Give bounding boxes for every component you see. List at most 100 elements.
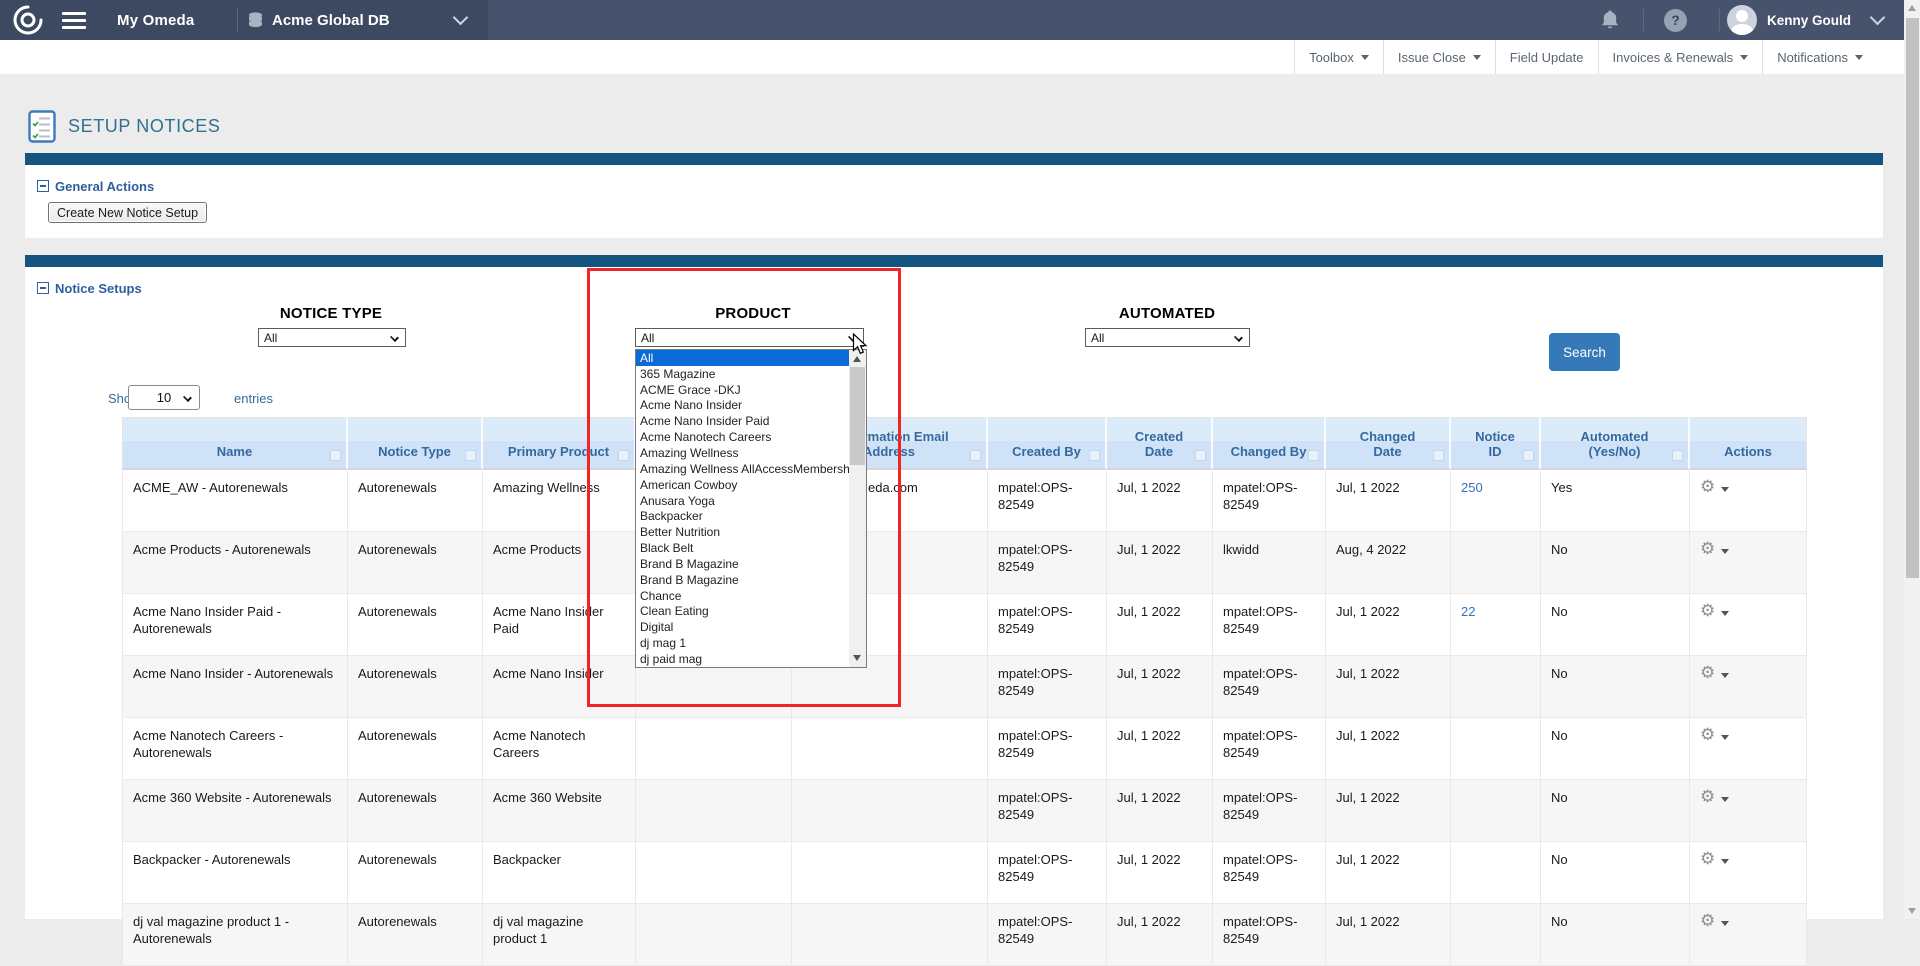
cell-actions: ⚙ — [1690, 780, 1807, 842]
automated-filter-label: AUTOMATED — [1067, 305, 1267, 322]
notice-type-filter-label: NOTICE TYPE — [231, 305, 431, 322]
actions-caret-icon[interactable] — [1721, 549, 1729, 554]
entries-count-select[interactable]: 10 — [128, 385, 200, 410]
gear-icon[interactable]: ⚙ — [1700, 849, 1715, 869]
gear-icon[interactable]: ⚙ — [1700, 911, 1715, 931]
database-chevron-icon[interactable] — [455, 0, 466, 40]
actions-caret-icon[interactable] — [1721, 859, 1729, 864]
table-row: Acme 360 Website - Autorenewals Autorene… — [122, 780, 1807, 842]
sort-icon[interactable] — [1672, 450, 1683, 461]
column-header-automated[interactable]: Automated (Yes/No) — [1541, 417, 1690, 470]
sort-icon[interactable] — [330, 450, 341, 461]
cell-notice-type: Autorenewals — [348, 532, 483, 594]
sort-icon[interactable] — [970, 450, 981, 461]
cell-created-date: Jul, 1 2022 — [1107, 594, 1213, 656]
cell-created-by: mpatel:OPS-82549 — [988, 532, 1107, 594]
omeda-logo-icon — [12, 0, 44, 40]
scroll-down-icon[interactable] — [1908, 908, 1916, 914]
entries-count-value: 10 — [157, 390, 171, 405]
cell-automated: Yes — [1541, 470, 1690, 532]
gear-icon[interactable]: ⚙ — [1700, 477, 1715, 497]
cell-created-date: Jul, 1 2022 — [1107, 656, 1213, 718]
scroll-up-icon[interactable] — [1908, 5, 1916, 11]
cell-name: dj val magazine product 1 - Autorenewals — [122, 904, 348, 966]
column-header-created-date[interactable]: Created Date — [1107, 417, 1213, 470]
column-header-created-by[interactable]: Created By — [988, 417, 1107, 470]
cell-changed-date: Jul, 1 2022 — [1326, 842, 1451, 904]
cell-created-by: mpatel:OPS-82549 — [988, 656, 1107, 718]
cell-created-by: mpatel:OPS-82549 — [988, 470, 1107, 532]
sort-icon[interactable] — [1433, 450, 1444, 461]
sort-icon[interactable] — [1195, 450, 1206, 461]
gear-icon[interactable]: ⚙ — [1700, 539, 1715, 559]
actions-caret-icon[interactable] — [1721, 487, 1729, 492]
collapse-minus-icon[interactable] — [37, 282, 49, 294]
caret-down-icon — [1855, 55, 1863, 60]
toolbar-item[interactable]: Issue Close — [1383, 40, 1495, 74]
user-menu[interactable]: Kenny Gould — [1727, 0, 1851, 40]
cell-hidden — [636, 904, 792, 966]
toolbar-items: Toolbox Issue Close Field Update Invoice… — [1294, 40, 1877, 74]
my-omeda-link[interactable]: My Omeda — [117, 0, 194, 40]
sort-icon[interactable] — [1523, 450, 1534, 461]
gear-icon[interactable]: ⚙ — [1700, 663, 1715, 683]
notice-type-select-value: All — [264, 331, 277, 345]
create-new-notice-setup-button[interactable]: Create New Notice Setup — [48, 202, 207, 223]
user-menu-chevron-icon[interactable] — [1872, 0, 1883, 40]
cell-created-date: Jul, 1 2022 — [1107, 780, 1213, 842]
toolbar-item[interactable]: Field Update — [1495, 40, 1598, 74]
database-icon — [248, 12, 263, 29]
scrollbar-thumb[interactable] — [1906, 18, 1919, 578]
cell-actions: ⚙ — [1690, 904, 1807, 966]
column-header-changed-date[interactable]: Changed Date — [1326, 417, 1451, 470]
actions-caret-icon[interactable] — [1721, 921, 1729, 926]
search-button[interactable]: Search — [1549, 333, 1620, 371]
cell-notice-type: Autorenewals — [348, 718, 483, 780]
cell-changed-date: Jul, 1 2022 — [1326, 656, 1451, 718]
cell-notice-type: Autorenewals — [348, 594, 483, 656]
gear-icon[interactable]: ⚙ — [1700, 787, 1715, 807]
cell-created-date: Jul, 1 2022 — [1107, 470, 1213, 532]
actions-caret-icon[interactable] — [1721, 797, 1729, 802]
column-header-name[interactable]: Name — [122, 417, 348, 470]
toolbar-item[interactable]: Invoices & Renewals — [1598, 40, 1763, 74]
notice-id-link[interactable]: 250 — [1461, 480, 1483, 495]
secondary-toolbar: Toolbox Issue Close Field Update Invoice… — [0, 40, 1904, 74]
cell-hidden — [636, 780, 792, 842]
toolbar-item[interactable]: Toolbox — [1294, 40, 1383, 74]
column-header-notice-type[interactable]: Notice Type — [348, 417, 483, 470]
cell-notice-id — [1451, 656, 1541, 718]
actions-caret-icon[interactable] — [1721, 735, 1729, 740]
gear-icon[interactable]: ⚙ — [1700, 725, 1715, 745]
gear-icon[interactable]: ⚙ — [1700, 601, 1715, 621]
sort-icon[interactable] — [1089, 450, 1100, 461]
column-header-notice-id[interactable]: Notice ID — [1451, 417, 1541, 470]
database-selector[interactable]: Acme Global DB — [248, 0, 390, 40]
cell-changed-date: Jul, 1 2022 — [1326, 470, 1451, 532]
cell-changed-date: Aug, 4 2022 — [1326, 532, 1451, 594]
notice-type-select[interactable]: All — [258, 328, 406, 347]
notice-setups-title: Notice Setups — [55, 281, 142, 296]
cell-name: Acme Nano Insider Paid - Autorenewals — [122, 594, 348, 656]
sort-icon[interactable] — [1308, 450, 1319, 461]
cell-primary-product: Acme 360 Website — [483, 780, 636, 842]
cell-actions: ⚙ — [1690, 532, 1807, 594]
cell-changed-date: Jul, 1 2022 — [1326, 780, 1451, 842]
table-row: dj val magazine product 1 - Autorenewals… — [122, 904, 1807, 966]
notifications-bell-icon[interactable] — [1600, 0, 1620, 40]
notice-id-link[interactable]: 22 — [1461, 604, 1475, 619]
sort-icon[interactable] — [465, 450, 476, 461]
automated-select[interactable]: All — [1085, 328, 1250, 347]
actions-caret-icon[interactable] — [1721, 611, 1729, 616]
window-scrollbar[interactable] — [1904, 0, 1920, 919]
automated-select-value: All — [1091, 331, 1104, 345]
cell-hidden — [636, 842, 792, 904]
toolbar-item[interactable]: Notifications — [1762, 40, 1877, 74]
column-header-changed-by[interactable]: Changed By — [1213, 417, 1326, 470]
cell-actions: ⚙ — [1690, 470, 1807, 532]
menu-hamburger-icon[interactable] — [62, 0, 86, 40]
chevron-down-icon — [183, 393, 192, 402]
collapse-minus-icon[interactable] — [37, 180, 49, 192]
help-icon[interactable]: ? — [1664, 0, 1687, 40]
actions-caret-icon[interactable] — [1721, 673, 1729, 678]
